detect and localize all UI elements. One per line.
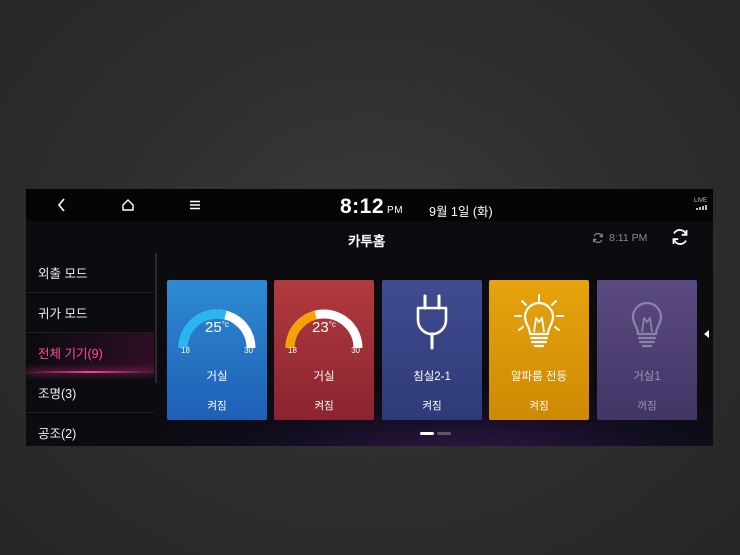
device-name: 거실1 (633, 371, 661, 383)
plug-icon (416, 294, 448, 350)
date-label: 9월 1일 (화) (429, 205, 493, 219)
device-name: 알파룸 전등 (510, 371, 568, 383)
sidebar-scrollbar[interactable] (155, 253, 157, 383)
temperature-number: 25 (205, 319, 222, 336)
lightbulb-on-icon (514, 294, 564, 348)
page-title: 카투홈 (348, 234, 386, 249)
device-card-light-living-1[interactable]: 거실1 꺼짐 (597, 280, 697, 420)
sidebar-item-label: 전체 기기(9) (38, 347, 103, 361)
device-state: 켜짐 (422, 400, 442, 412)
device-name: 거실 (206, 371, 228, 383)
sidebar-item-away-mode[interactable]: 외출 모드 (26, 253, 154, 293)
signal-bars-icon (696, 205, 707, 210)
signal-indicator: LIVE (694, 198, 707, 210)
sidebar-item-all-devices[interactable]: 전체 기기(9) (26, 333, 154, 373)
back-button[interactable] (50, 195, 74, 215)
device-name: 거실 (313, 371, 335, 383)
sidebar-item-label: 외출 모드 (38, 267, 88, 281)
device-icon-wrap (382, 294, 482, 354)
temperature-value: 25°c (167, 319, 267, 336)
next-page-button[interactable] (700, 299, 713, 369)
temperature-min: 18 (181, 346, 190, 355)
device-card-thermostat-living[interactable]: 25°c 18 30 거실 켜짐 (167, 280, 267, 420)
status-bar: 8:12 PM 9월 1일 (화) LIVE (26, 189, 713, 221)
infotainment-screen: 8:12 PM 9월 1일 (화) LIVE 카투홈 8:11 PM 외출 모드 … (26, 189, 713, 446)
temperature-unit: °c (221, 320, 229, 329)
home-icon (122, 199, 134, 211)
sidebar-item-lighting[interactable]: 조명(3) (26, 373, 154, 413)
device-card-light-alpha-room[interactable]: 알파룸 전등 켜짐 (489, 280, 589, 420)
page-indicator (420, 432, 451, 435)
temperature-max: 30 (351, 346, 360, 355)
refresh-button[interactable] (670, 227, 690, 247)
temperature-unit: °c (328, 320, 336, 329)
device-state: 켜짐 (207, 400, 227, 412)
device-card-thermostat-living-2[interactable]: 23°c 18 30 거실 켜짐 (274, 280, 374, 420)
device-state: 켜짐 (529, 400, 549, 412)
sidebar-item-label: 공조(2) (38, 427, 77, 441)
triangle-left-icon (704, 330, 709, 338)
temperature-number: 23 (312, 319, 329, 336)
temperature-value: 23°c (274, 319, 374, 336)
lightbulb-off-icon (631, 301, 663, 348)
sidebar-item-hvac[interactable]: 공조(2) (26, 413, 154, 446)
device-icon-wrap (489, 294, 589, 354)
page-dot[interactable] (437, 432, 451, 435)
device-state: 켜짐 (314, 400, 334, 412)
device-name: 침실2-1 (413, 371, 451, 383)
device-card-plug-bedroom[interactable]: 침실2-1 켜짐 (382, 280, 482, 420)
sidebar-item-label: 조명(3) (38, 387, 77, 401)
clock: 8:12 PM (340, 195, 403, 219)
chevron-left-icon (57, 198, 65, 212)
sync-icon (593, 232, 603, 244)
menu-button[interactable] (183, 195, 207, 215)
sidebar-item-label: 귀가 모드 (38, 307, 88, 321)
clock-ampm: PM (387, 205, 404, 216)
sidebar: 외출 모드 귀가 모드 전체 기기(9) 조명(3) 공조(2) (26, 253, 154, 446)
device-state: 꺼짐 (637, 400, 657, 412)
temperature-max: 30 (244, 346, 253, 355)
title-bar: 카투홈 8:11 PM (26, 221, 713, 253)
clock-time: 8:12 (340, 195, 385, 218)
hamburger-menu-icon (190, 200, 200, 210)
last-sync-time: 8:11 PM (609, 232, 648, 244)
refresh-icon (672, 229, 688, 245)
signal-label: LIVE (693, 198, 707, 204)
page-dot-active[interactable] (420, 432, 434, 435)
sidebar-item-home-mode[interactable]: 귀가 모드 (26, 293, 154, 333)
device-icon-wrap (597, 294, 697, 354)
last-sync-status: 8:11 PM (592, 232, 647, 244)
temperature-min: 18 (288, 346, 297, 355)
home-button[interactable] (116, 195, 140, 215)
